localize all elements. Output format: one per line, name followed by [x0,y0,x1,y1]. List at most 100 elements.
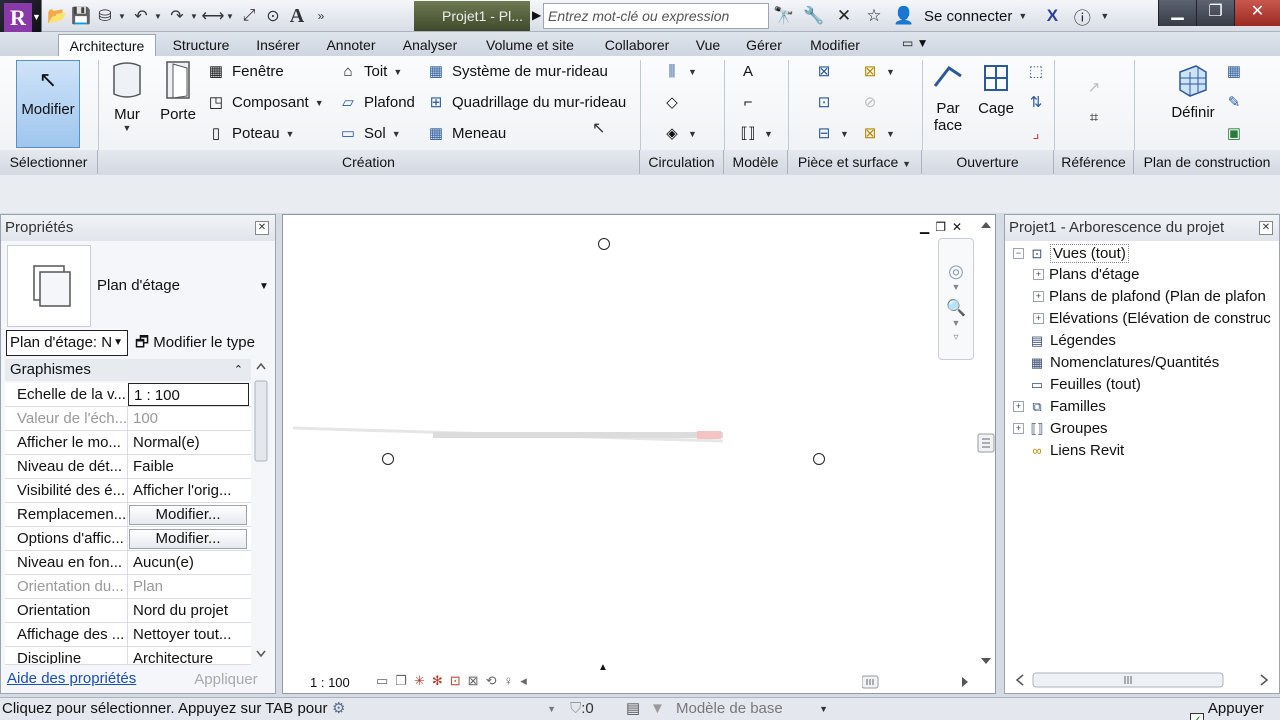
undo-icon[interactable]: ↶ [130,5,152,27]
tab-view[interactable]: Vue [690,34,726,56]
temporary-hide-icon[interactable]: ⟲ [486,673,497,689]
sun-path-icon[interactable]: ✳ [414,673,425,689]
chevron-down-icon[interactable]: ▼ [886,60,895,84]
star-icon[interactable]: ☆ [862,6,886,26]
steering-wheel-icon[interactable]: ◎ [939,261,973,282]
property-row[interactable]: Visibilité des é... Afficher l'orig... [5,479,251,503]
expand-arrow-icon[interactable]: ▶ [532,8,541,22]
instance-filter-select[interactable]: Plan d'étage: N ▼ [6,330,128,356]
floor-button[interactable]: ▭ Sol ▼ [338,122,401,146]
edit-overrides-button[interactable]: Modifier... [129,505,247,525]
chevron-down-icon[interactable]: ▼ [286,122,295,146]
property-row[interactable]: Niveau de dét... Faible [5,455,251,479]
drawing-horizontal-scroll[interactable] [862,674,974,690]
tree-item-views[interactable]: − ⊡ Vues (tout) [1013,244,1129,263]
chevron-down-icon[interactable]: ▼ [392,122,401,146]
more-icon[interactable]: » [310,5,332,27]
property-row[interactable]: Niveau en fon... Aucun(e) [5,551,251,575]
editing-requests-icon[interactable]: ▤ [626,698,640,720]
tab-manage[interactable]: Gérer [738,34,790,56]
chevron-down-icon[interactable]: ▼ [226,12,236,21]
restore-icon[interactable]: ❐ [1196,0,1234,26]
property-row[interactable]: Orientation Nord du projet [5,599,251,623]
design-option-select[interactable]: Modèle de base ▼ [676,698,828,720]
type-name[interactable]: Plan d'étage [97,277,180,294]
property-row[interactable]: Discipline Architecture [5,647,251,665]
communication-icon[interactable]: ✕ [832,6,856,26]
tree-item-floor-plans[interactable]: + Plans d'étage [1033,266,1139,283]
level-button[interactable]: ↗ [1084,76,1104,100]
property-value-input[interactable]: 1 : 100 [128,383,249,406]
window-button[interactable]: ▦ Fenêtre [206,60,284,84]
dormer-button[interactable]: ⌟ [1026,122,1046,146]
tree-item-sheets[interactable]: ▭ Feuilles (tout) [1029,376,1141,393]
room-separator-button[interactable]: ⊡ [814,91,834,115]
mullion-button[interactable]: ▦ Meneau [426,122,506,146]
properties-help-link[interactable]: Aide des propriétés [7,670,136,687]
railing-button[interactable]: ⫼ ▼ [662,60,697,84]
chevron-down-icon[interactable]: ▼ [764,122,773,146]
type-selector-thumbnail[interactable] [7,245,91,327]
tab-structure[interactable]: Structure [164,34,238,56]
room-button[interactable]: ⊠ [814,60,834,84]
restore-icon[interactable]: ❐ [935,220,946,234]
component-button[interactable]: ◳ Composant ▼ [206,91,324,115]
chevron-down-icon[interactable]: ▼ [154,12,164,21]
view-scale[interactable]: 1 : 100 [310,675,350,690]
area-button[interactable]: ⊟ ▼ [814,122,849,146]
chevron-down-icon[interactable]: ▼ [688,122,697,146]
chevron-down-icon[interactable]: ▼ [886,122,895,146]
property-value[interactable]: Nettoyer tout... [127,623,251,646]
exchange-icon[interactable]: X [1040,6,1064,26]
wall-button[interactable]: Mur ▼ [108,60,146,133]
tree-item-revit-links[interactable]: ∞ Liens Revit [1029,442,1124,459]
expand-icon[interactable]: + [1013,423,1024,434]
chevron-down-icon[interactable]: ▼ [315,91,324,115]
reveal-hidden-icon[interactable]: ♀ [503,673,513,689]
chevron-down-icon[interactable]: ▼ [650,698,665,720]
tab-architecture[interactable]: Architecture [58,34,156,56]
property-row[interactable]: Afficher le mo... Normal(e) [5,431,251,455]
by-face-button[interactable]: Par face [928,62,968,134]
column-button[interactable]: ▯ Poteau ▼ [206,122,295,146]
elevation-marker-west[interactable] [382,453,394,465]
nav-bar-options-icon[interactable]: ▿ [939,332,973,343]
chevron-down-icon[interactable]: ▼ [1018,11,1034,21]
binoculars-icon[interactable]: 🔭 [772,6,796,26]
curtain-system-button[interactable]: ▦ Système de mur-rideau [426,60,608,84]
chevron-down-icon[interactable]: ▼ [118,12,128,21]
roof-button[interactable]: ⌂ Toit ▼ [338,60,402,84]
panel-title-room-area[interactable]: Pièce et surface ▼ [788,150,922,174]
tree-item-schedules[interactable]: ▦ Nomenclatures/Quantités [1029,354,1219,371]
measure-icon[interactable]: ⟷ [202,5,225,27]
tab-modify[interactable]: Modifier [800,34,870,56]
ribbon-options-icon[interactable]: ▭ ▼ [902,36,929,50]
ramp-button[interactable]: ◇ [662,91,682,115]
scroll-left-icon[interactable]: ◂ [520,673,527,689]
vertical-scrollbar[interactable] [976,216,996,668]
tab-collaborate[interactable]: Collaborer [594,34,680,56]
expand-icon[interactable]: + [1033,269,1044,280]
elevation-marker-east[interactable] [813,453,825,465]
chevron-down-icon[interactable]: ▼ [190,12,200,21]
visual-style-icon[interactable]: ❐ [395,673,407,689]
set-workplane-button[interactable]: Définir [1166,62,1220,121]
model-group-button[interactable]: ⟦⟧ ▼ [738,122,773,146]
sync-icon[interactable]: ⛁ [94,5,116,27]
zoom-icon[interactable]: 🔍 [939,298,973,318]
crop-view-icon[interactable]: ⊡ [450,673,461,689]
workset-icon[interactable]: ⚙ [332,698,345,720]
chevron-down-icon[interactable]: ▼ [939,318,973,328]
user-icon[interactable]: 👤 [892,6,916,26]
ceiling-button[interactable]: ▱ Plafond [338,91,415,115]
show-crop-icon[interactable]: ⊠ [468,673,479,689]
open-icon[interactable]: 📂 [46,5,68,27]
tree-item-families[interactable]: + ⧉ Familles [1013,398,1106,415]
press-drag-toggle[interactable]: ✓ Appuyer et [1190,698,1280,720]
close-icon[interactable]: ✕ [255,221,269,235]
chevron-down-icon[interactable]: ▼ [840,122,849,146]
tree-item-groups[interactable]: + ⟦⟧ Groupes [1013,420,1108,437]
chevron-down-icon[interactable]: ▼ [939,282,973,292]
expand-icon[interactable]: + [1033,291,1044,302]
model-text-button[interactable]: A [738,60,758,84]
